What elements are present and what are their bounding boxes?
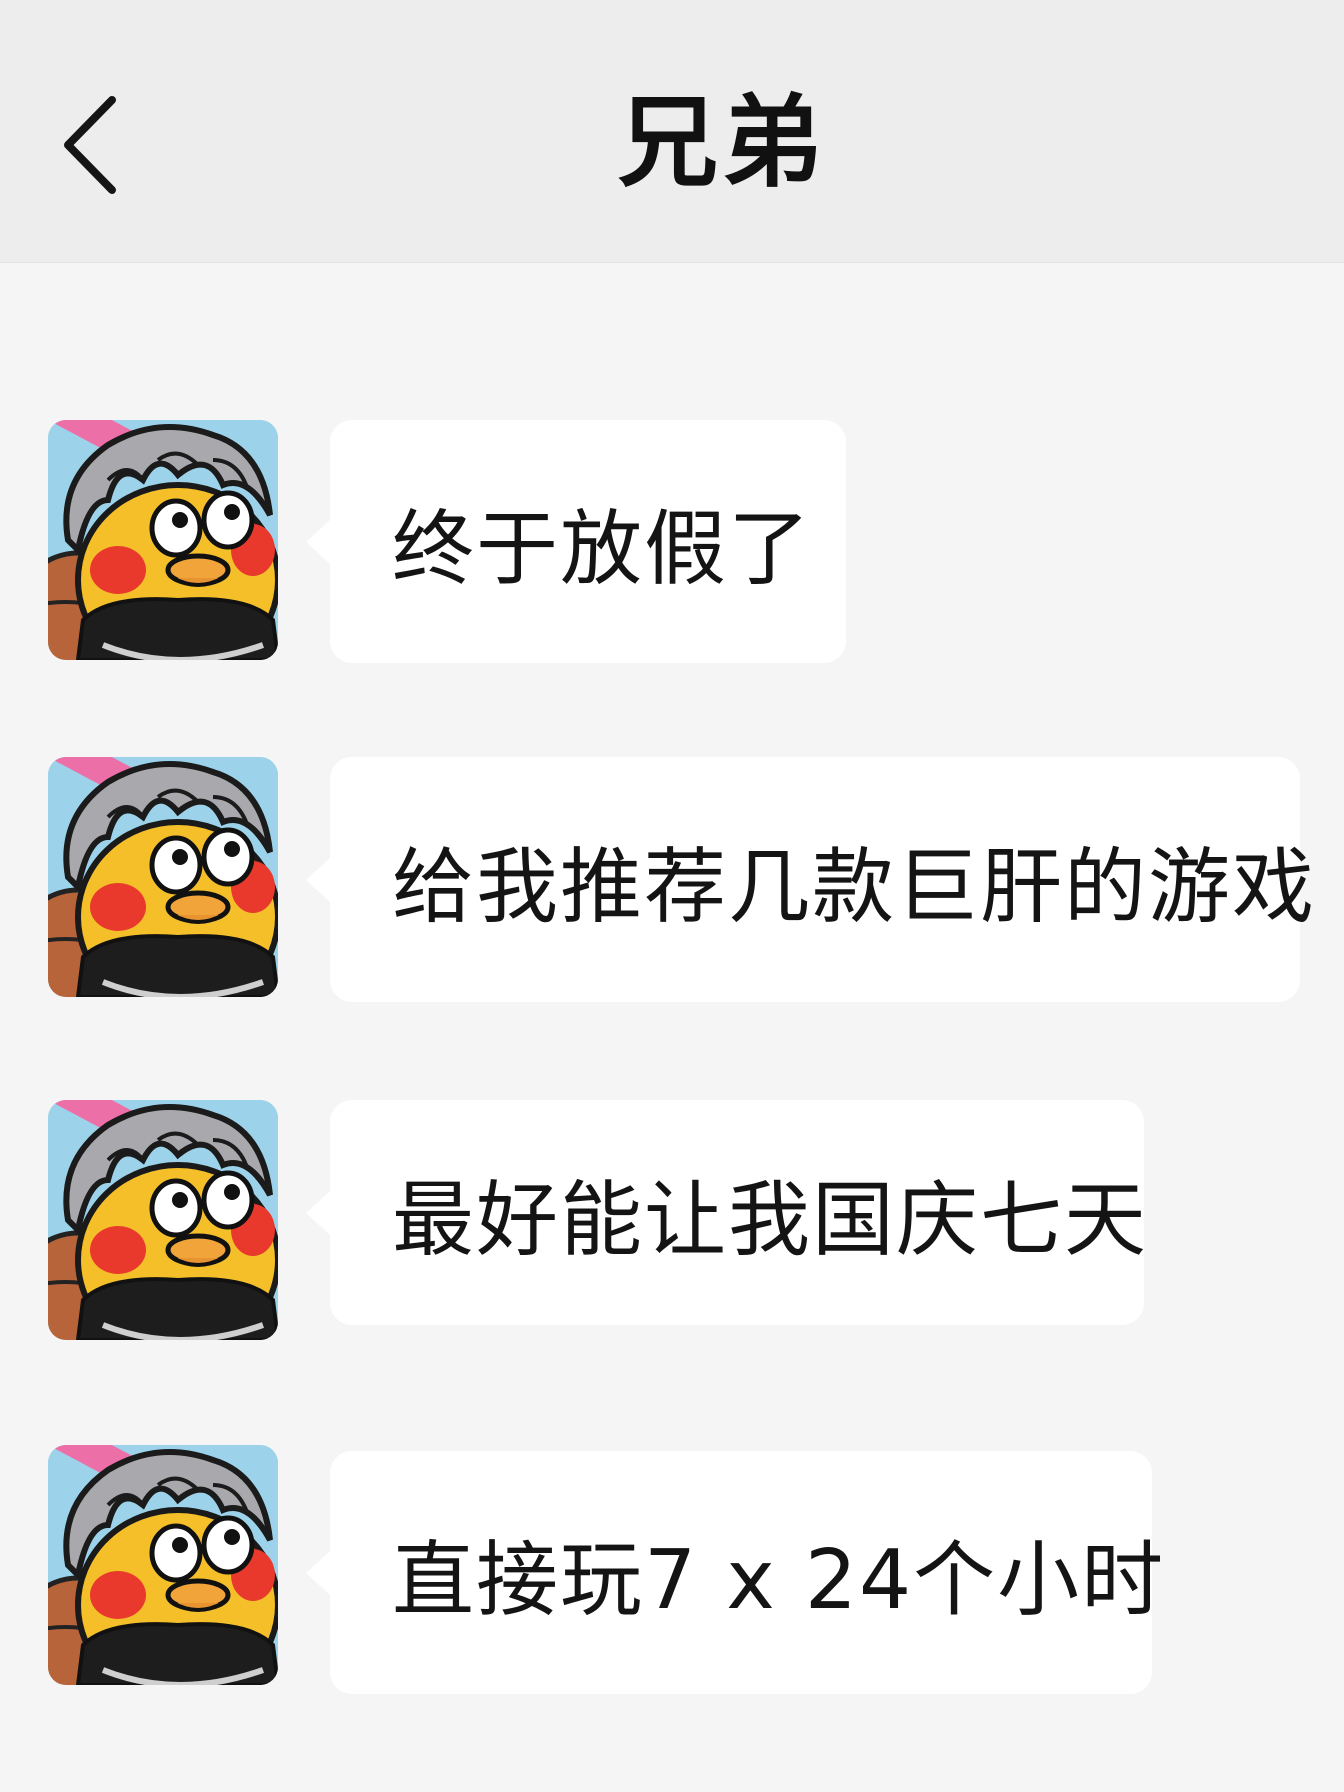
cartoon-chick-avatar[interactable]	[48, 420, 278, 660]
message-bubble[interactable]: 终于放假了	[306, 420, 846, 663]
chat-header: 兄弟	[0, 0, 1344, 263]
message-bubble[interactable]: 最好能让我国庆七天	[306, 1100, 1146, 1325]
cartoon-chick-avatar[interactable]	[48, 757, 278, 997]
chat-title: 兄弟	[618, 84, 826, 201]
message-bubble[interactable]: 给我推荐几款巨肝的游戏	[306, 757, 1314, 1002]
cartoon-chick-avatar[interactable]	[48, 1100, 278, 1340]
message-list[interactable]: 终于放假了 给我推荐几款巨肝的游戏 最好能让我国庆七天 直接玩7 x 24个小时	[0, 263, 1344, 1792]
message-bubble[interactable]: 直接玩7 x 24个小时	[306, 1451, 1163, 1694]
cartoon-chick-avatar[interactable]	[48, 1445, 278, 1685]
